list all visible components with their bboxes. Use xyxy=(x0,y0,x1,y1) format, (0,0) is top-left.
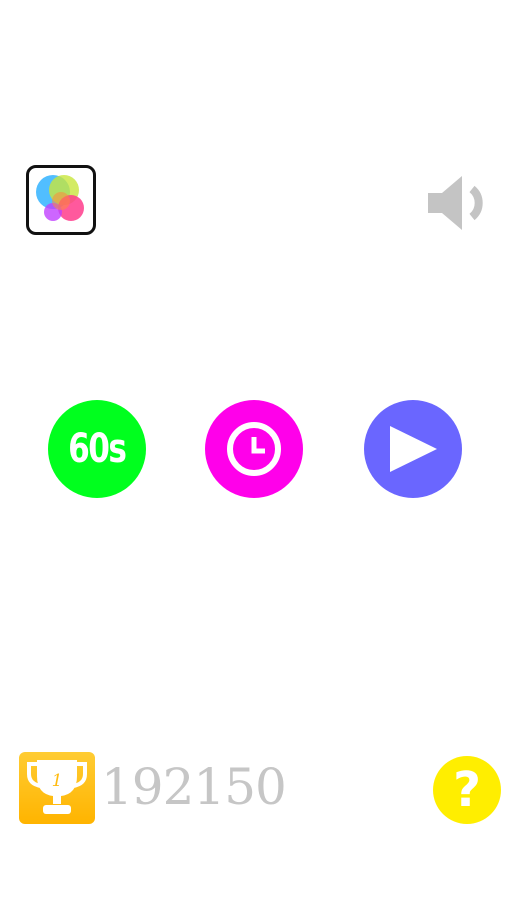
play-classic-mode-button[interactable] xyxy=(364,400,462,498)
help-button[interactable]: ? xyxy=(433,756,501,824)
trophy-icon: 1 xyxy=(27,760,87,814)
game-center-button[interactable] xyxy=(26,165,96,235)
best-score-value: 192150 xyxy=(101,758,287,816)
play-icon xyxy=(390,426,437,472)
question-mark-icon: ? xyxy=(453,762,481,818)
sixty-second-mode-label: 60s xyxy=(68,426,127,472)
trophy-rank-label: 1 xyxy=(52,771,63,791)
sixty-second-mode-button[interactable]: 60s xyxy=(48,400,146,498)
clock-icon xyxy=(227,422,281,476)
sound-toggle-button[interactable] xyxy=(425,172,493,234)
leaderboard-button[interactable]: 1 xyxy=(19,752,95,824)
timed-mode-button[interactable] xyxy=(205,400,303,498)
game-center-bubbles-icon xyxy=(36,175,84,221)
main-menu-screen: 60s 1 192150 ? xyxy=(0,0,507,900)
speaker-on-icon xyxy=(428,176,483,230)
